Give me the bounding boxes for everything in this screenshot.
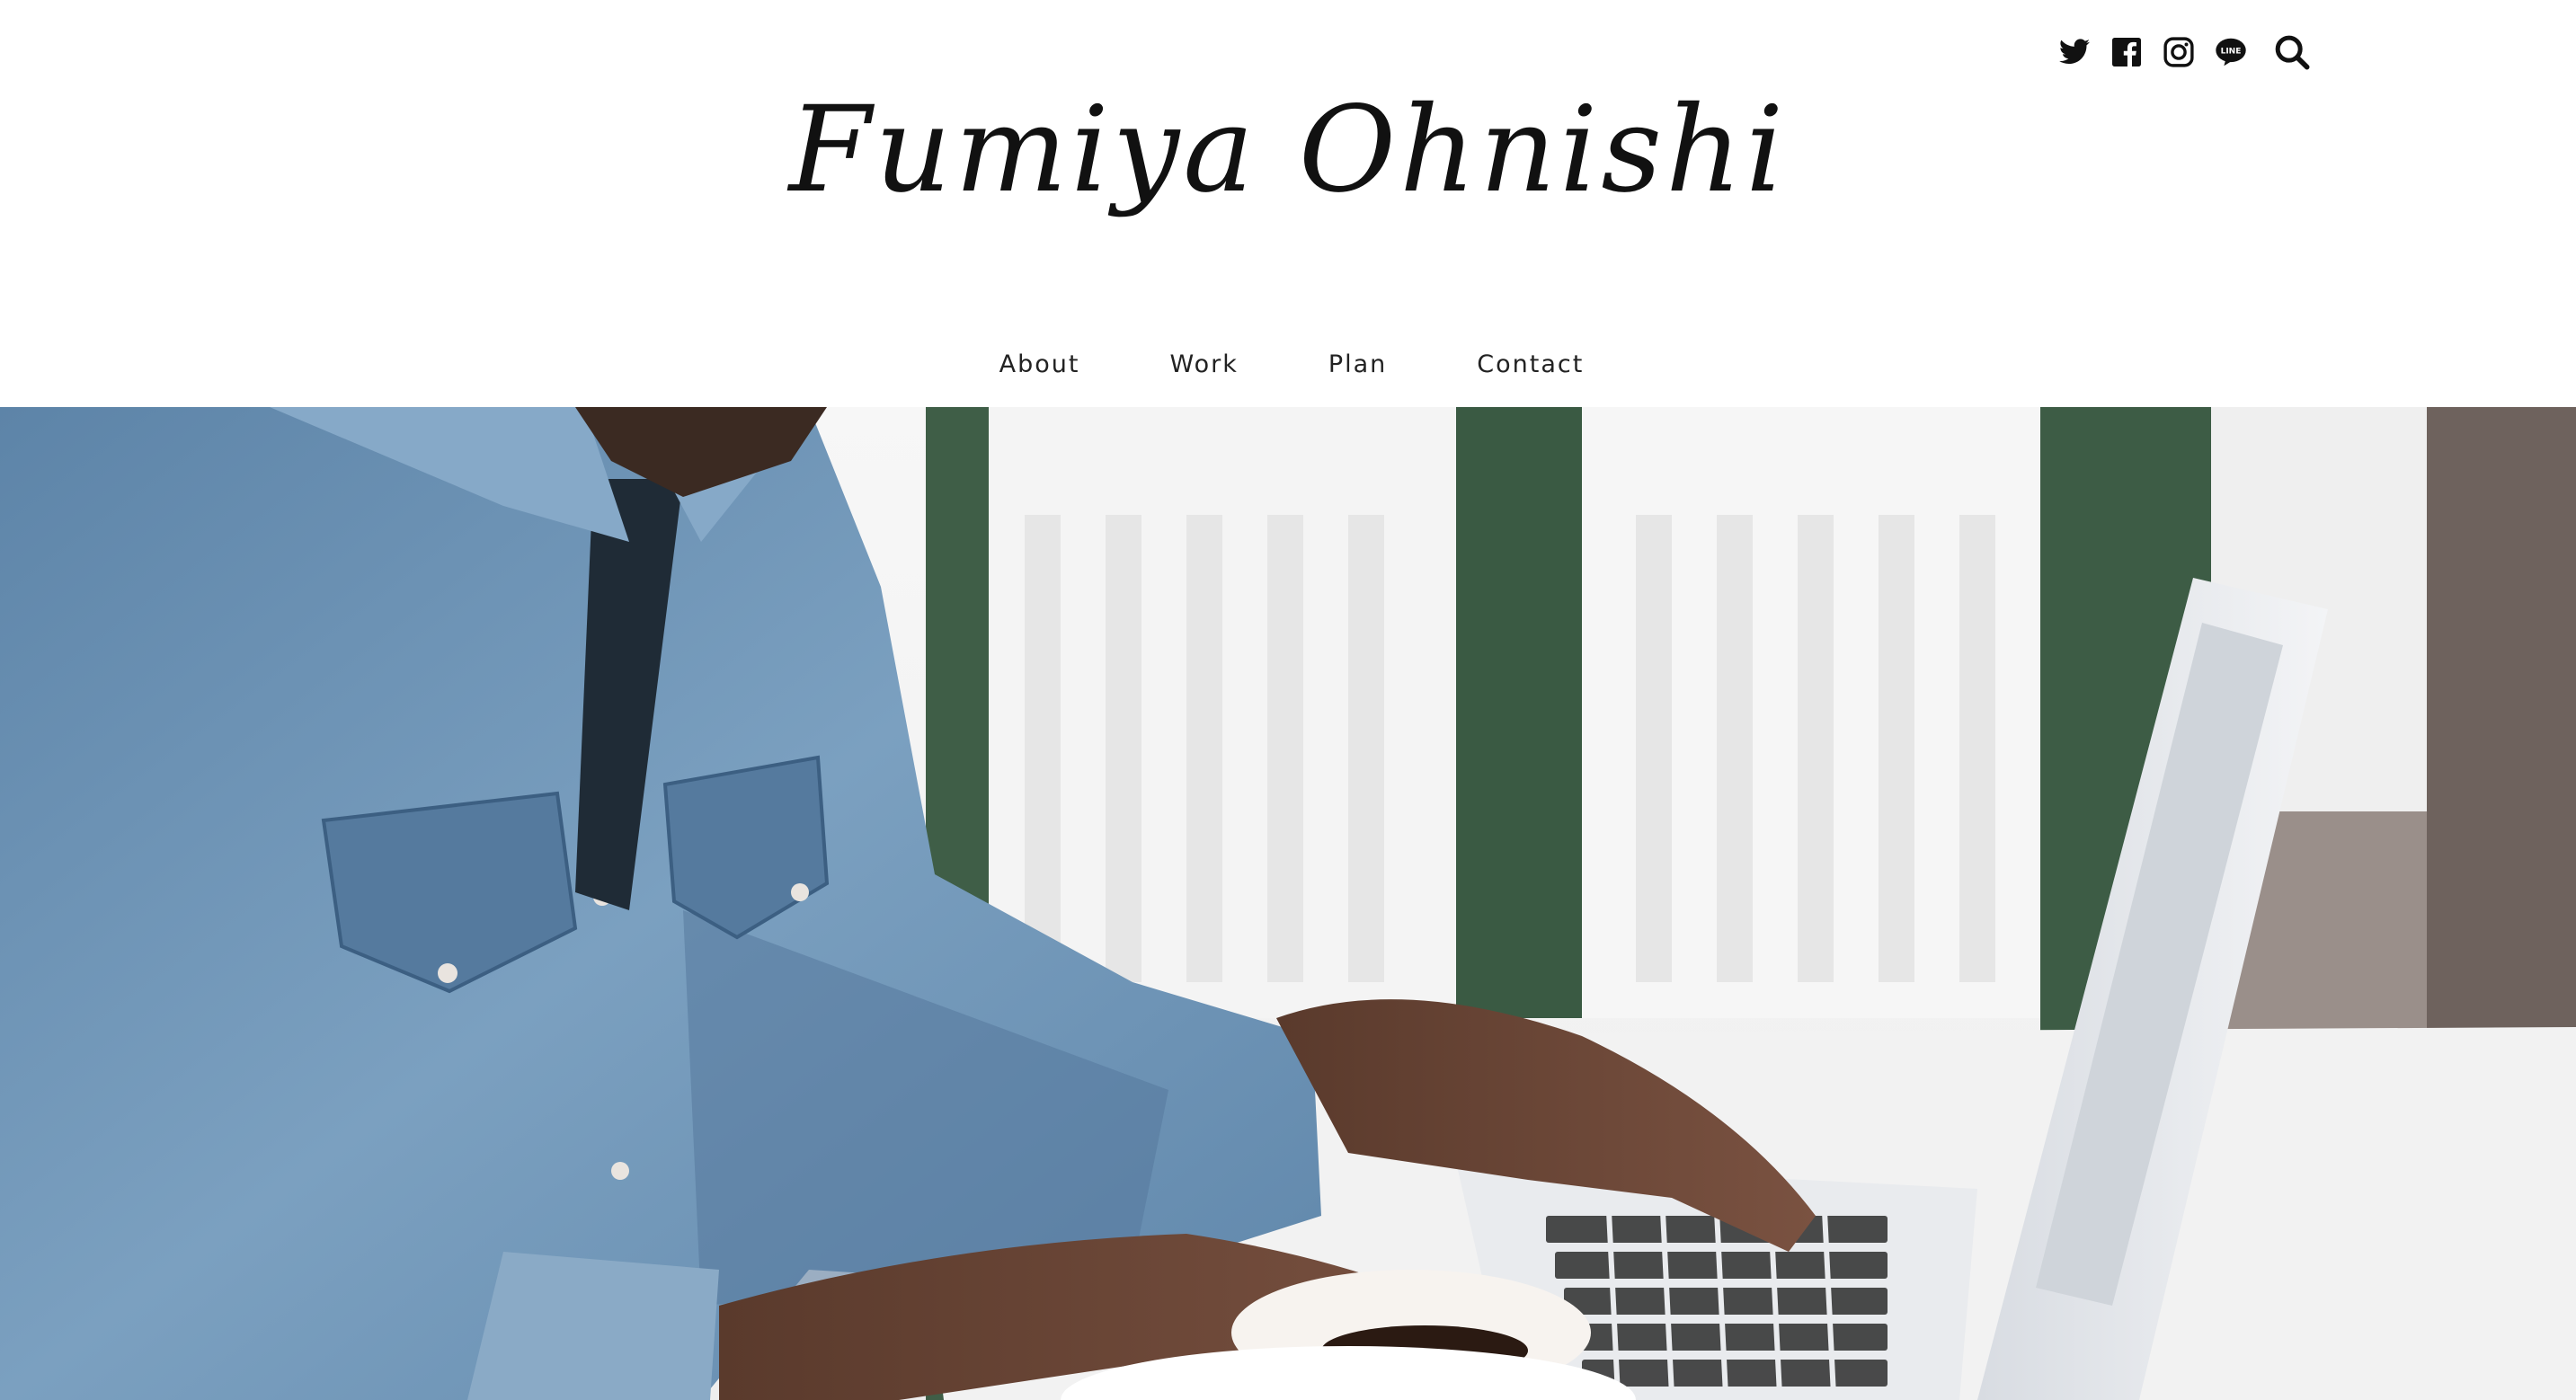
main-navigation: About Work Plan Contact (4, 350, 2576, 378)
nav-item-plan[interactable]: Plan (1328, 350, 1387, 378)
search-icon[interactable] (2272, 32, 2312, 72)
facebook-icon[interactable] (2110, 36, 2143, 68)
nav-item-contact[interactable]: Contact (1477, 350, 1584, 378)
hero-image (0, 407, 2576, 1400)
line-icon-text: LINE (2221, 47, 2242, 56)
site-logo-title[interactable]: Fumiya Ohnishi (0, 79, 2576, 221)
site-header: LINE Fumiya Ohnishi About Work Plan Cont… (0, 0, 2576, 407)
nav-item-work[interactable]: Work (1169, 350, 1238, 378)
nav-item-about[interactable]: About (999, 350, 1080, 378)
hero-photo-illustration (0, 407, 2576, 1400)
line-icon[interactable]: LINE (2215, 36, 2247, 68)
twitter-icon[interactable] (2058, 36, 2091, 68)
instagram-icon[interactable] (2163, 36, 2195, 68)
social-links: LINE (2058, 32, 2312, 72)
